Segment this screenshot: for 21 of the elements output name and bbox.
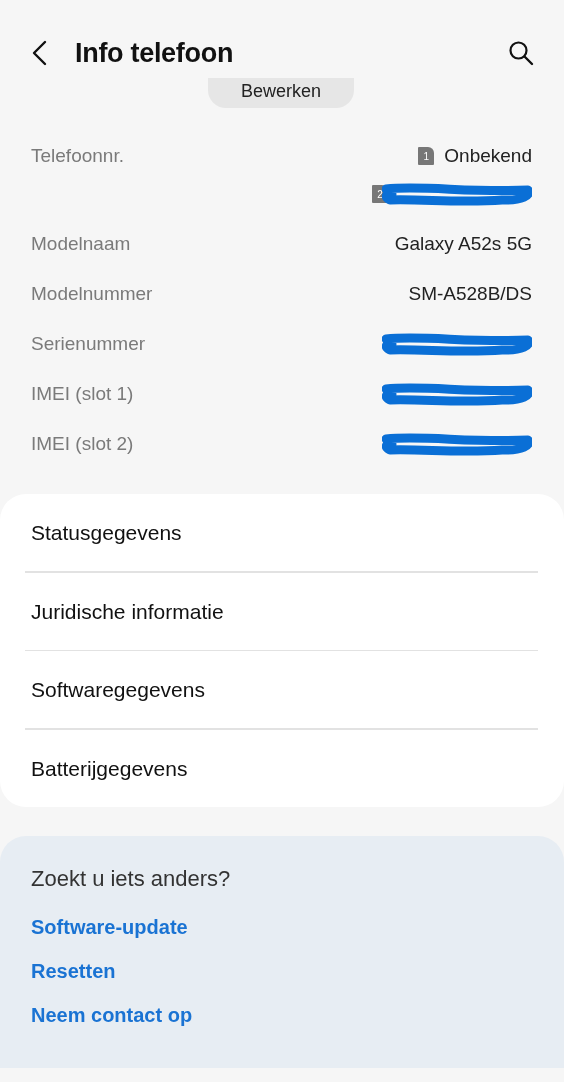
sim-badge: 1 [418,147,435,165]
menu-item[interactable]: Softwaregegevens [25,651,538,728]
suggestion-link[interactable]: Software-update [31,915,188,939]
info-value: SM-A528B/DS [408,283,532,305]
menu-item[interactable]: Statusgegevens [25,494,538,571]
menu-item[interactable]: Batterijgegevens [25,729,538,807]
info-label: IMEI (slot 1) [31,382,134,406]
info-label: Serienummer [31,332,146,356]
menu-item[interactable]: Juridische informatie [25,572,538,650]
info-value: Galaxy A52s 5G [394,233,532,255]
info-value: Onbekend [444,145,532,167]
page-title: Info telefoon [75,37,234,69]
suggestions-heading: Zoekt u iets anders? [31,865,231,892]
info-label: IMEI (slot 2) [31,432,134,456]
info-label: Telefoonnr. [31,144,124,168]
suggestion-link[interactable]: Neem contact op [31,1003,193,1027]
edit-button[interactable]: Bewerken [208,78,354,108]
info-label: Modelnaam [31,232,131,256]
info-label: Modelnummer [31,282,153,306]
suggestion-link[interactable]: Resetten [31,959,116,983]
search-icon[interactable] [508,40,534,66]
